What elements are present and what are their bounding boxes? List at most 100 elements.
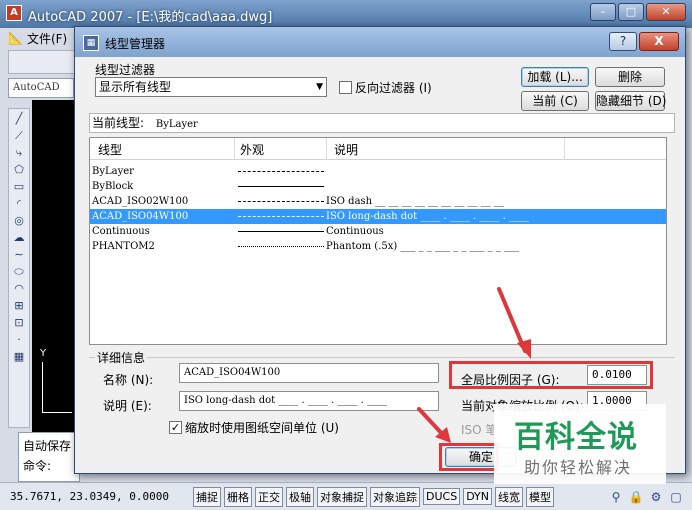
dialog-title: 线型管理器 [105,37,166,51]
description-label: 说明 (E): [103,399,152,413]
app-title: AutoCAD 2007 - [E:\我的cad\aaa.dwg] [28,10,273,25]
line-tool-icon[interactable]: ╱ [12,112,26,125]
column-divider [326,138,327,160]
dyn-toggle[interactable]: DYN [463,488,493,505]
linetype-row[interactable]: PHANTOM2 Phantom (.5x) ___ _ _ ___ _ _ _… [90,239,666,254]
row-description: ISO long-dash dot ____ . ____ . ____ . _… [326,211,529,222]
load-button[interactable]: 加载 (L)... [521,67,589,87]
ortho-toggle[interactable]: 正交 [255,486,283,507]
point-icon[interactable]: · [12,333,26,346]
command-window[interactable]: 自动保存 命令: [18,432,80,482]
name-field[interactable]: ACAD_ISO04W100 [179,363,439,383]
column-divider [564,138,565,160]
ucs-x-axis [42,412,72,413]
draw-toolbar: ╱ ⟋ ⤷ ⬠ ▭ ◜ ◎ ☁ ∼ ⬭ ◠ ⊞ ⊡ · ▦ [8,108,30,428]
details-group-title: 详细信息 [95,349,148,366]
name-label: 名称 (N): [103,373,154,387]
row-description: ISO dash __ __ __ __ __ __ __ __ __ __ [326,196,504,207]
help-button[interactable]: ? [609,32,637,51]
hide-details-button[interactable]: 隐藏细节 (D) [595,91,666,111]
invert-filter-checkbox[interactable] [339,81,352,94]
standard-toolbar[interactable] [8,50,78,74]
minimize-icon[interactable]: – [590,3,616,21]
ducs-toggle[interactable]: DUCS [423,488,461,505]
window-controls: – □ ✕ [590,3,686,21]
current-linetype-display: 当前线型: ByLayer [89,113,675,133]
iso-pen-label: ISO 笔 [461,423,498,437]
chevron-down-icon: ▼ [316,82,323,92]
close-icon[interactable]: ✕ [646,3,686,21]
linetype-row[interactable]: ByLayer [90,164,666,179]
insert-block-icon[interactable]: ⊞ [12,299,26,312]
row-description: Continuous [326,226,384,237]
current-linetype-label: 当前线型: [92,116,145,130]
row-name: ACAD_ISO04W100 [92,211,189,222]
text-style-box[interactable]: AutoCAD [8,78,74,98]
otrack-toggle[interactable]: 对象追踪 [370,486,420,507]
polygon-icon[interactable]: ⬠ [12,163,26,176]
maximize-icon[interactable]: □ [618,3,644,21]
hatch-icon[interactable]: ▦ [12,350,26,363]
model-toggle[interactable]: 模型 [526,486,555,507]
circle-icon[interactable]: ◎ [12,214,26,227]
drawing-canvas[interactable]: Y [32,100,80,434]
dialog-title-bar[interactable]: ▦ 线型管理器 ? X [75,27,685,57]
arrow-to-ok-icon [417,407,451,443]
spline-icon[interactable]: ∼ [12,248,26,261]
lock-icon[interactable]: 🔒 [628,489,644,505]
watermark: 百科全说 助你轻松解决 [494,404,666,484]
polar-toggle[interactable]: 极轴 [286,486,314,507]
command-history-line: 自动保存 [23,439,72,453]
linetype-row[interactable]: ACAD_ISO02W100 ISO dash __ __ __ __ __ _… [90,194,666,209]
watermark-tagline: 助你轻松解决 [524,458,633,477]
linetype-row-selected[interactable]: ACAD_ISO04W100 ISO long-dash dot ____ . … [90,209,666,224]
column-linetype[interactable]: 线型 [98,141,122,158]
ok-button-highlight [439,443,499,471]
lineweight-toggle[interactable]: 线宽 [495,486,524,507]
ellipse-icon[interactable]: ⬭ [12,265,26,278]
ellipse-arc-icon[interactable]: ◠ [12,282,26,295]
polyline-icon[interactable]: ⤷ [12,146,26,159]
filter-select-value: 显示所有线型 [99,80,172,94]
invert-filter-label: 反向过滤器 (I) [355,81,432,95]
set-current-button[interactable]: 当前 (C) [521,91,589,111]
row-appearance [238,186,324,187]
paper-space-checkbox[interactable]: ✓ [169,421,182,434]
comm-center-icon[interactable]: ⚲ [608,489,624,505]
command-prompt[interactable]: 命令: [23,456,75,476]
linetype-filter-select[interactable]: 显示所有线型 ▼ [95,77,327,97]
grid-toggle[interactable]: 栅格 [224,486,252,507]
details-divider [89,357,675,358]
linetype-row[interactable]: Continuous Continuous [90,224,666,239]
osnap-toggle[interactable]: 对象捕捉 [317,486,367,507]
make-block-icon[interactable]: ⊡ [12,316,26,329]
delete-button[interactable]: 删除 [595,67,665,87]
tray-settings-icon[interactable]: ⚙ [648,489,664,505]
column-description[interactable]: 说明 [334,141,358,158]
row-name: PHANTOM2 [92,241,155,252]
linetype-row[interactable]: ByBlock [90,179,666,194]
snap-toggle[interactable]: 捕捉 [193,486,221,507]
clean-screen-icon[interactable]: ▢ [668,489,684,505]
list-scrollbar[interactable] [667,137,683,345]
arc-icon[interactable]: ◜ [12,197,26,210]
row-name: Continuous [92,226,150,237]
rectangle-icon[interactable]: ▭ [12,180,26,193]
row-name: ByBlock [92,181,134,192]
linetype-list[interactable]: 线型 外观 说明 ByLayer ByBlock ACAD_ISO02W100 … [89,137,667,345]
filter-label: 线型过滤器 [95,63,156,77]
menu-file[interactable]: 文件(F) [27,30,67,47]
menu-bar: 📐 文件(F) [8,28,67,48]
column-appearance[interactable]: 外观 [240,141,264,158]
row-appearance [238,171,324,172]
watermark-brand: 百科全说 [514,420,638,455]
row-description: Phantom (.5x) ___ _ _ ___ _ _ ___ _ _ __… [326,241,520,252]
description-field[interactable]: ISO long-dash dot ____ . ____ . ____ . _… [179,391,439,411]
ucs-y-label: Y [40,348,47,359]
row-appearance [238,246,324,247]
dialog-close-button[interactable]: X [639,32,679,51]
revcloud-icon[interactable]: ☁ [12,231,26,244]
row-name: ACAD_ISO02W100 [92,196,189,207]
list-header: 线型 外观 说明 [90,138,666,160]
construction-line-icon[interactable]: ⟋ [12,129,26,142]
